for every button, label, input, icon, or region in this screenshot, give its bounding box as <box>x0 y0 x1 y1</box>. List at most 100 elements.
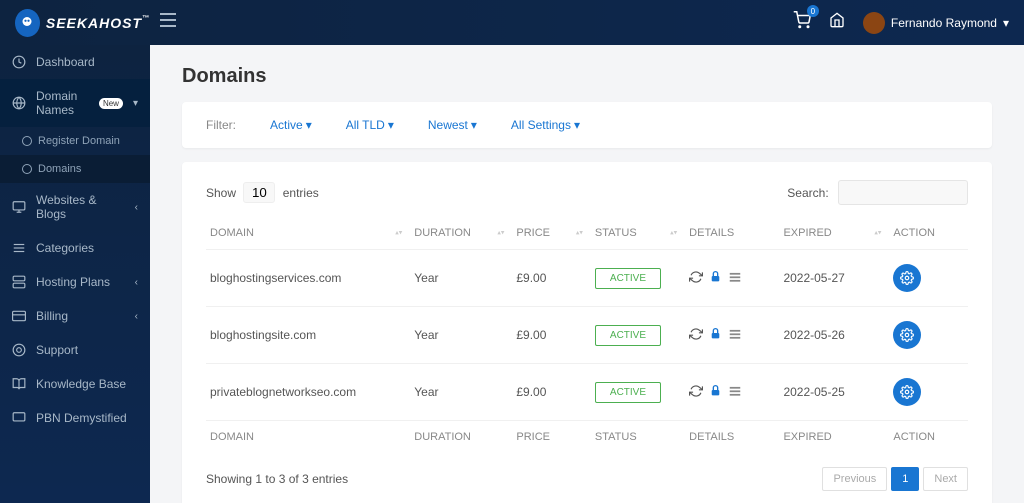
tf-domain: DOMAIN <box>206 421 410 454</box>
cell-domain: bloghostingsite.com <box>206 307 410 364</box>
entries-input[interactable] <box>243 182 275 203</box>
page-prev[interactable]: Previous <box>822 467 887 491</box>
domains-table-card: Show entries Search: DOMAIN▴▾ DURATION▴▾… <box>182 162 992 503</box>
sidebar-item-hosting[interactable]: Hosting Plans ‹ <box>0 265 150 299</box>
cell-action <box>889 364 968 421</box>
tf-expired: EXPIRED <box>779 421 889 454</box>
cell-expired: 2022-05-25 <box>779 364 889 421</box>
th-expired[interactable]: EXPIRED▴▾ <box>779 217 889 250</box>
list-icon[interactable] <box>728 270 742 287</box>
cart-button[interactable]: 0 <box>793 11 811 34</box>
refresh-icon[interactable] <box>689 327 703 344</box>
refresh-icon[interactable] <box>689 270 703 287</box>
sidebar-item-label: Categories <box>36 241 94 255</box>
home-icon <box>829 12 845 28</box>
th-duration[interactable]: DURATION▴▾ <box>410 217 512 250</box>
filter-active[interactable]: Active ▾ <box>270 118 312 132</box>
cell-expired: 2022-05-26 <box>779 307 889 364</box>
menu-toggle-icon[interactable] <box>160 13 176 32</box>
cell-domain: bloghostingservices.com <box>206 250 410 307</box>
th-action: ACTION <box>889 217 968 250</box>
gear-icon <box>900 271 914 285</box>
user-menu[interactable]: Fernando Raymond ▾ <box>863 12 1009 34</box>
action-button[interactable] <box>893 378 921 406</box>
desktop-icon <box>12 411 26 425</box>
chevron-left-icon: ‹ <box>135 277 138 288</box>
cell-price: £9.00 <box>512 307 591 364</box>
tf-duration: DURATION <box>410 421 512 454</box>
sidebar-sub-register-domain[interactable]: Register Domain <box>0 127 150 155</box>
logo[interactable]: SEEKAHOST™ <box>15 9 150 37</box>
cell-price: £9.00 <box>512 364 591 421</box>
th-price[interactable]: PRICE▴▾ <box>512 217 591 250</box>
list-icon[interactable] <box>728 327 742 344</box>
top-right: 0 Fernando Raymond ▾ <box>793 11 1009 34</box>
cell-action <box>889 250 968 307</box>
sidebar-sub-label: Register Domain <box>38 135 120 147</box>
lock-icon[interactable] <box>709 327 722 343</box>
table-info: Showing 1 to 3 of 3 entries <box>206 472 348 486</box>
sort-icon: ▴▾ <box>395 231 402 236</box>
filter-settings[interactable]: All Settings ▾ <box>511 118 580 132</box>
cell-details <box>685 307 779 364</box>
cell-details <box>685 364 779 421</box>
entries-control: Show entries <box>206 182 319 203</box>
list-icon[interactable] <box>728 384 742 401</box>
search-input[interactable] <box>838 180 968 205</box>
caret-down-icon: ▾ <box>388 118 394 132</box>
lock-icon[interactable] <box>709 384 722 400</box>
action-button[interactable] <box>893 321 921 349</box>
th-domain[interactable]: DOMAIN▴▾ <box>206 217 410 250</box>
circle-icon <box>22 164 32 174</box>
filter-tld[interactable]: All TLD ▾ <box>346 118 394 132</box>
domains-table: DOMAIN▴▾ DURATION▴▾ PRICE▴▾ STATUS▴▾ DET… <box>206 217 968 453</box>
cell-price: £9.00 <box>512 250 591 307</box>
circle-icon <box>22 136 32 146</box>
card-icon <box>12 309 26 323</box>
status-badge: ACTIVE <box>595 382 661 403</box>
tf-status: STATUS <box>591 421 685 454</box>
sidebar-item-categories[interactable]: Categories <box>0 231 150 265</box>
th-details: DETAILS <box>685 217 779 250</box>
search-control: Search: <box>787 180 968 205</box>
action-button[interactable] <box>893 264 921 292</box>
cell-status: ACTIVE <box>591 250 685 307</box>
sidebar-sub-label: Domains <box>38 163 81 175</box>
chevron-down-icon: ▾ <box>133 98 138 109</box>
refresh-icon[interactable] <box>689 384 703 401</box>
sidebar-sub-domains[interactable]: Domains <box>0 155 150 183</box>
main-content: Domains Filter: Active ▾ All TLD ▾ Newes… <box>150 45 1024 503</box>
tf-details: DETAILS <box>685 421 779 454</box>
sidebar-item-support[interactable]: Support <box>0 333 150 367</box>
server-icon <box>12 275 26 289</box>
cell-status: ACTIVE <box>591 364 685 421</box>
top-bar: SEEKAHOST™ 0 Fernando Raymond ▾ <box>0 0 1024 45</box>
logo-text: SEEKAHOST™ <box>46 15 150 31</box>
filter-sort[interactable]: Newest ▾ <box>428 118 477 132</box>
cell-duration: Year <box>410 364 512 421</box>
page-number[interactable]: 1 <box>891 467 919 491</box>
sort-icon: ▴▾ <box>576 231 583 236</box>
sidebar-item-knowledge[interactable]: Knowledge Base <box>0 367 150 401</box>
monitor-icon <box>12 200 26 214</box>
sidebar-item-pbn[interactable]: PBN Demystified <box>0 401 150 435</box>
sidebar-item-domain-names[interactable]: Domain Names New ▾ <box>0 79 150 127</box>
sidebar-item-dashboard[interactable]: Dashboard <box>0 45 150 79</box>
th-status[interactable]: STATUS▴▾ <box>591 217 685 250</box>
table-row: bloghostingsite.comYear£9.00ACTIVE2022-0… <box>206 307 968 364</box>
home-button[interactable] <box>829 12 845 33</box>
pagination: Previous 1 Next <box>822 467 968 491</box>
sidebar-item-billing[interactable]: Billing ‹ <box>0 299 150 333</box>
caret-down-icon: ▾ <box>471 118 477 132</box>
sidebar-item-websites[interactable]: Websites & Blogs ‹ <box>0 183 150 231</box>
sidebar-item-label: Hosting Plans <box>36 275 110 289</box>
chevron-left-icon: ‹ <box>135 202 138 213</box>
page-next[interactable]: Next <box>923 467 968 491</box>
sidebar-item-label: Domain Names <box>36 89 87 117</box>
tf-price: PRICE <box>512 421 591 454</box>
user-name: Fernando Raymond <box>891 16 997 30</box>
dashboard-icon <box>12 55 26 69</box>
cell-duration: Year <box>410 307 512 364</box>
lock-icon[interactable] <box>709 270 722 286</box>
caret-down-icon: ▾ <box>574 118 580 132</box>
